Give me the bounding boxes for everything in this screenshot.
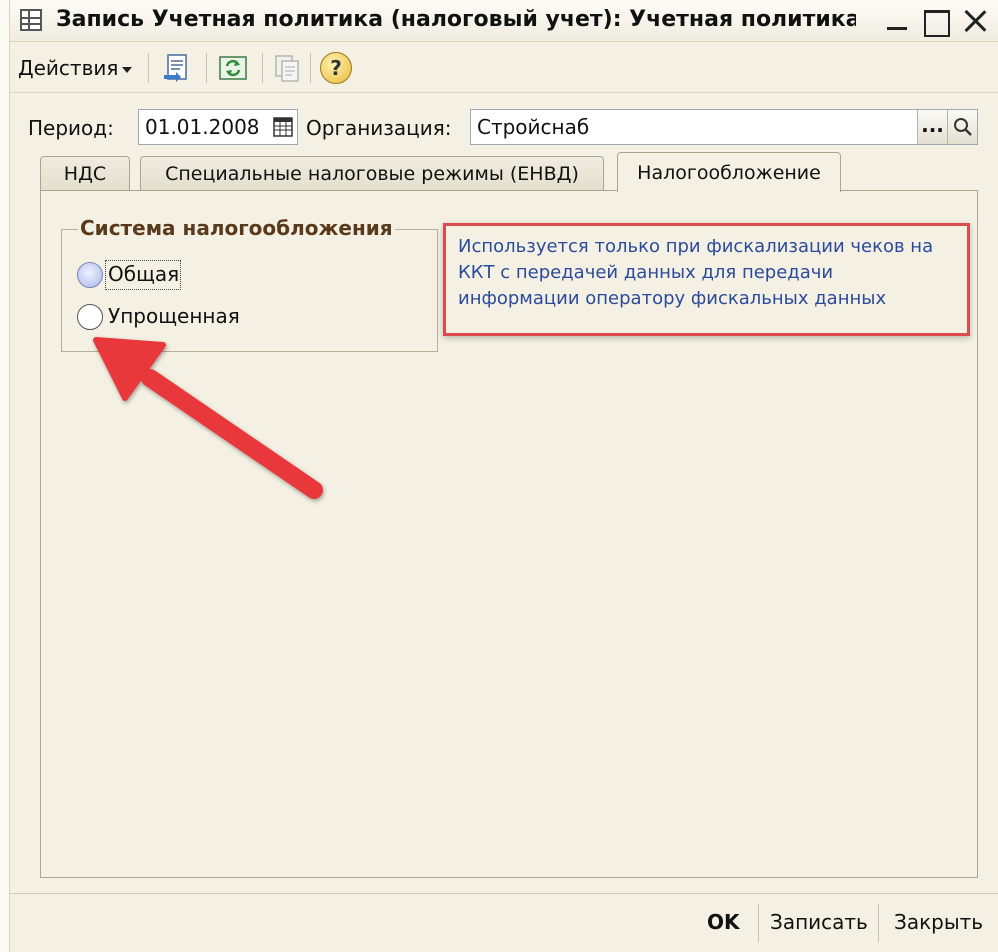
toolbar-separator (310, 53, 311, 83)
actions-menu-button[interactable]: Действия (18, 56, 133, 80)
select-organization-button[interactable]: ... (917, 110, 947, 144)
tab-label: Налогообложение (637, 162, 821, 184)
organization-label: Организация: (306, 116, 452, 140)
period-field[interactable]: 01.01.2008 (138, 109, 298, 145)
calendar-button[interactable] (269, 110, 297, 144)
radio-simplified-label[interactable]: Упрощенная (108, 304, 240, 328)
toolbar: Действия ? (10, 43, 998, 93)
window-title: Запись Учетная политика (налоговый учет)… (56, 7, 856, 32)
radio-general[interactable] (77, 262, 103, 288)
dialog-footer: OK Записать Закрыть (10, 893, 998, 952)
footer-separator (758, 904, 759, 942)
calendar-icon (273, 117, 293, 137)
footer-separator (878, 904, 879, 942)
caret-down-icon (122, 66, 133, 73)
organization-field[interactable]: Стройснаб ... (470, 109, 978, 145)
table-grid-icon (20, 9, 42, 31)
radio-general-label[interactable]: Общая (108, 262, 179, 286)
title-bar[interactable]: Запись Учетная политика (налоговый учет)… (10, 0, 998, 42)
close-window-button[interactable] (962, 8, 988, 34)
tab-vat[interactable]: НДС (40, 156, 130, 190)
copy-icon[interactable] (272, 53, 302, 83)
close-button[interactable]: Закрыть (894, 910, 983, 934)
search-organization-button[interactable] (947, 110, 977, 144)
radio-simplified[interactable] (77, 304, 103, 330)
organization-value: Стройснаб (477, 115, 590, 139)
tab-label: НДС (63, 163, 107, 185)
dialog-window: Запись Учетная политика (налоговый учет)… (0, 0, 998, 952)
post-document-icon[interactable] (162, 53, 192, 83)
refresh-icon[interactable] (218, 53, 248, 83)
help-icon[interactable]: ? (320, 52, 352, 84)
tax-system-group (61, 229, 438, 352)
tab-taxation[interactable]: Налогообложение (617, 152, 841, 192)
period-value: 01.01.2008 (145, 115, 260, 139)
background-window-edge (0, 0, 10, 952)
maximize-button[interactable] (922, 8, 950, 37)
toolbar-separator (206, 53, 207, 83)
toolbar-separator (148, 53, 149, 83)
ok-button[interactable]: OK (707, 910, 740, 934)
search-icon (953, 118, 972, 136)
tab-label: Специальные налоговые режимы (ЕНВД) (165, 163, 579, 185)
fiscalization-note: Используется только при фискализации чек… (458, 236, 934, 309)
tax-system-group-title: Система налогообложения (78, 216, 395, 240)
period-label: Период: (28, 116, 114, 140)
actions-menu-label: Действия (18, 56, 119, 80)
minimize-button[interactable] (884, 8, 910, 34)
tab-special-tax-regimes[interactable]: Специальные налоговые режимы (ЕНВД) (140, 156, 604, 190)
toolbar-separator (262, 53, 263, 83)
save-button[interactable]: Записать (770, 910, 868, 934)
